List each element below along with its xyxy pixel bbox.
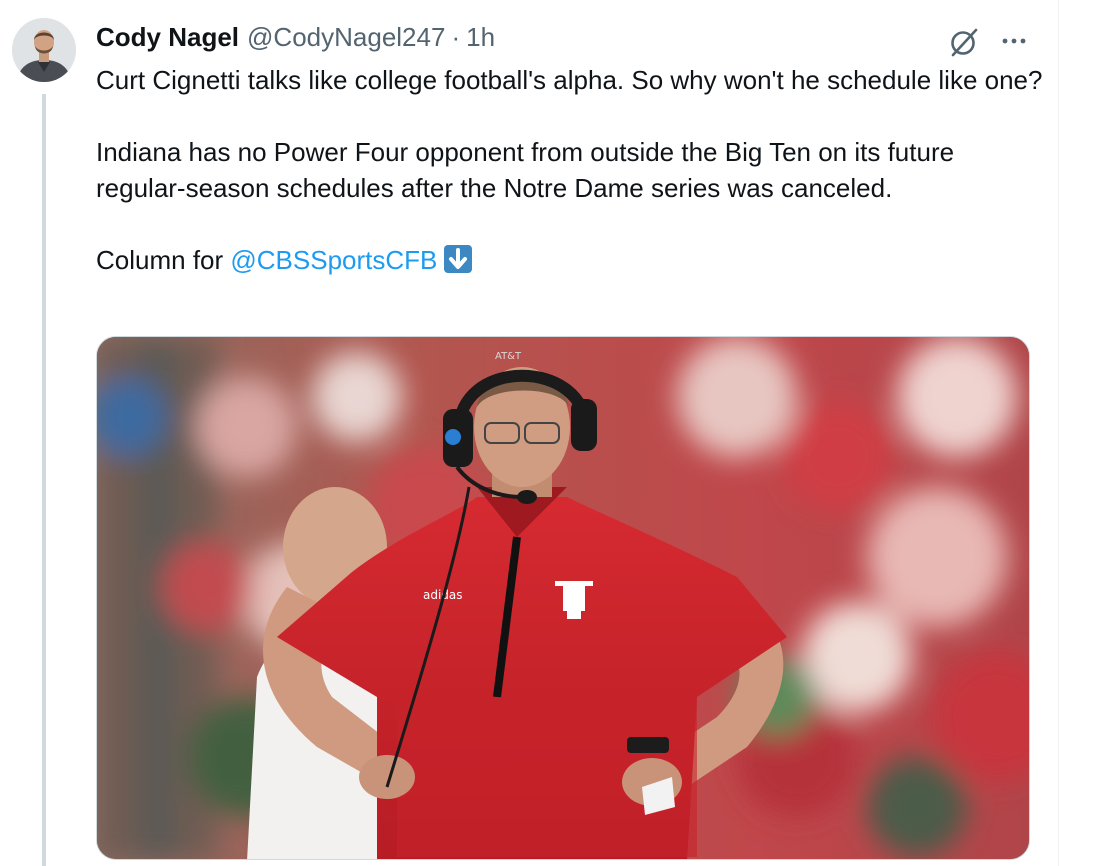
headset-brand: AT&T [495,351,522,362]
mention-link[interactable]: @CBSSportsCFB [230,245,437,275]
timeline-border [1058,0,1059,866]
tweet-text-paragraph-3: Column for @CBSSportsCFB [96,242,1046,278]
tweet-media-image[interactable]: adidas AT&T [96,336,1030,860]
author-handle[interactable]: @CodyNagel247 [247,22,445,53]
grok-icon[interactable] [946,24,982,60]
tweet-header: Cody Nagel @CodyNagel247 · 1h [96,22,495,56]
timestamp[interactable]: 1h [466,22,495,53]
more-icon[interactable] [996,26,1032,56]
column-prefix: Column for [96,245,231,275]
thread-line [42,94,46,866]
tweet-text-paragraph-2: Indiana has no Power Four opponent from … [96,137,955,203]
down-arrow-emoji-icon [443,244,473,274]
avatar[interactable] [12,18,76,82]
tweet-text-paragraph-1: Curt Cignetti talks like college footbal… [96,65,1043,95]
separator-dot: · [451,22,461,52]
tweet: Cody Nagel @CodyNagel247 · 1h Curt Cigne… [0,0,1094,866]
tweet-text: Curt Cignetti talks like college footbal… [96,62,1046,278]
author-name[interactable]: Cody Nagel [96,22,239,53]
